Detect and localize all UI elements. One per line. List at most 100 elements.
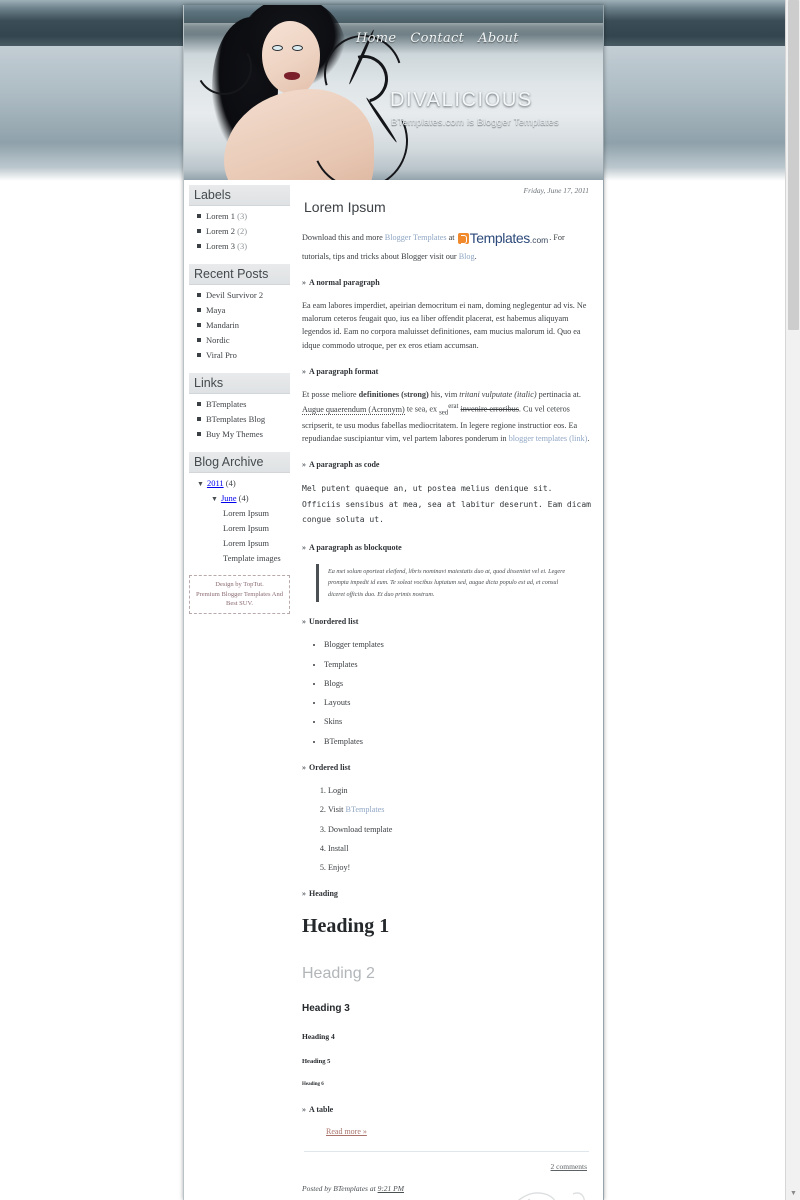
bullet-icon	[197, 402, 201, 406]
credits-box[interactable]: Design by TopTut. Premium Blogger Templa…	[189, 574, 290, 615]
bullet-icon	[197, 417, 201, 422]
list-item[interactable]: Maya	[197, 305, 290, 316]
list-item: Install	[328, 842, 591, 855]
subheading-text: A paragraph as blockquote	[309, 542, 402, 552]
bullet-icon	[197, 214, 201, 218]
label-link[interactable]: Lorem 2	[206, 226, 235, 236]
post-title[interactable]: Lorem Ipsum	[304, 199, 591, 215]
subscript-text: sed	[439, 409, 449, 417]
demo-heading-3: Heading 3	[302, 1002, 350, 1014]
link-item[interactable]: Buy My Themes	[206, 429, 263, 439]
nav-item-home[interactable]: Home	[356, 31, 396, 46]
widget-labels: Labels Lorem 1 (3) Lorem 2 (2) Lorem 3 (…	[189, 185, 290, 252]
list-item: Blogger templates	[324, 638, 591, 651]
chevron-right-icon: »	[302, 617, 306, 627]
list-item[interactable]: Viral Pro	[197, 350, 290, 361]
list-item[interactable]: Devil Survivor 2	[197, 290, 290, 301]
strikethrough-text: invenire erroribus	[460, 405, 519, 414]
list-item: Layouts	[324, 696, 591, 709]
label-link[interactable]: Lorem 1	[206, 211, 235, 221]
chevron-down-icon[interactable]: ▼	[197, 480, 204, 488]
list-item[interactable]: Lorem 3 (3)	[197, 241, 290, 252]
btemplates-logo[interactable]: Templates.com	[457, 227, 548, 250]
list-item[interactable]: Nordic	[197, 335, 290, 346]
acronym-text: Augue quaerendum (Acronym)	[302, 405, 405, 415]
post-intro-paragraph: Download this and more Blogger Templates…	[302, 227, 591, 263]
subheading-text: A paragraph format	[309, 367, 379, 377]
subheading-normal-paragraph: » A normal paragraph	[302, 277, 591, 290]
intro-text-1: Download this and more	[302, 233, 385, 242]
label-link[interactable]: Lorem 3	[206, 241, 235, 251]
demo-heading-5: Heading 5	[302, 1057, 331, 1065]
inline-link[interactable]: blogger templates (link)	[509, 434, 588, 443]
list-item: Blogs	[324, 677, 591, 690]
chevron-right-icon: »	[302, 762, 306, 772]
subheading-paragraph-format: » A paragraph format	[302, 366, 591, 379]
superscript-text: erat	[448, 403, 459, 411]
list-item[interactable]: BTemplates	[197, 399, 290, 410]
archive-year-row[interactable]: ▼ 2011 (4)	[195, 478, 290, 488]
link-item[interactable]: BTemplates Blog	[206, 414, 265, 424]
archive-year-link[interactable]: 2011	[207, 478, 224, 488]
nav-item-about[interactable]: About	[478, 31, 519, 46]
site-header: Home Contact About DIVALICIOUS BTemplate…	[184, 5, 603, 180]
code-block: Mel putent quaeque an, ut postea melius …	[302, 484, 596, 525]
recent-post-link[interactable]: Devil Survivor 2	[206, 290, 263, 300]
list-item[interactable]: BTemplates Blog	[197, 414, 290, 425]
post-body: Download this and more Blogger Templates…	[302, 227, 591, 1139]
blog-title[interactable]: DIVALICIOUS	[390, 89, 533, 112]
recent-post-link[interactable]: Nordic	[206, 335, 230, 345]
list-item: Login	[328, 784, 591, 797]
label-count: (3)	[237, 211, 248, 221]
demo-heading-1: Heading 1	[302, 915, 390, 938]
scrollbar-thumb[interactable]	[788, 0, 799, 330]
btemplates-link[interactable]: BTemplates	[345, 805, 384, 814]
main-navigation[interactable]: Home Contact About	[356, 31, 519, 46]
subheading-text: Heading	[309, 889, 338, 899]
scroll-down-arrow-icon[interactable]: ▼	[789, 1189, 798, 1198]
page-scrollbar[interactable]: ▲ ▼	[785, 0, 800, 1200]
list-item[interactable]: Lorem 1 (3)	[197, 211, 290, 222]
comments-link[interactable]: 2 comments	[551, 1162, 587, 1171]
subheading-table: » A table	[302, 1104, 591, 1117]
post-date: Friday, June 17, 2011	[523, 186, 589, 195]
archive-month-link[interactable]: June	[221, 493, 237, 503]
archive-month-row[interactable]: ▼ June (4)	[195, 493, 290, 503]
chevron-right-icon: »	[302, 542, 306, 552]
archive-post-link[interactable]: Lorem Ipsum	[195, 508, 290, 518]
read-more-link[interactable]: Read more »	[326, 1127, 367, 1136]
list-item-text: Visit	[328, 805, 346, 815]
demo-heading-6: Heading 6	[302, 1082, 324, 1088]
archive-list: ▼ 2011 (4) ▼ June (4) Lorem Ipsum Lorem Ip…	[189, 478, 290, 563]
chevron-down-icon[interactable]: ▼	[211, 495, 218, 503]
recent-post-link[interactable]: Mandarin	[206, 320, 239, 330]
archive-post-link[interactable]: Lorem Ipsum	[195, 523, 290, 533]
recent-post-link[interactable]: Maya	[206, 305, 225, 315]
demo-heading-4: Heading 4	[302, 1031, 335, 1041]
blogger-templates-link[interactable]: Blogger Templates	[385, 233, 447, 242]
recent-posts-list: Devil Survivor 2 Maya Mandarin Nordic Vi…	[189, 290, 290, 361]
widget-blog-archive: Blog Archive ▼ 2011 (4) ▼ June (4) Lorem I…	[189, 451, 290, 563]
fmt-text-1: Et posse meliore	[302, 389, 359, 399]
archive-post-link[interactable]: Template images	[195, 553, 290, 563]
link-item[interactable]: BTemplates	[206, 399, 246, 409]
italic-text: tritani vulputate (italic)	[459, 389, 537, 399]
credits-line-1[interactable]: Design by TopTut.	[193, 580, 286, 590]
unordered-list: Blogger templates Templates Blogs Layout…	[302, 638, 591, 748]
post-time-link[interactable]: 9:21 PM	[378, 1184, 404, 1193]
bullet-icon	[197, 292, 201, 297]
list-item[interactable]: Mandarin	[197, 320, 290, 331]
recent-post-link[interactable]: Viral Pro	[206, 350, 237, 360]
subheading-code: » A paragraph as code	[302, 459, 591, 472]
nav-item-contact[interactable]: Contact	[410, 31, 464, 46]
ordered-list: Login Visit BTemplates Download template…	[302, 784, 591, 874]
archive-year-count: (4)	[225, 477, 236, 488]
widget-links: Links BTemplates BTemplates Blog Buy My …	[189, 373, 290, 440]
blog-link[interactable]: Blog	[459, 252, 475, 261]
credits-line-2[interactable]: Premium Blogger Templates And Best SUV.	[193, 590, 286, 610]
archive-post-link[interactable]: Lorem Ipsum	[195, 538, 290, 548]
list-item[interactable]: Buy My Themes	[197, 429, 290, 440]
label-count: (3)	[237, 241, 248, 252]
list-item[interactable]: Lorem 2 (2)	[197, 226, 290, 237]
bullet-icon	[197, 338, 201, 343]
